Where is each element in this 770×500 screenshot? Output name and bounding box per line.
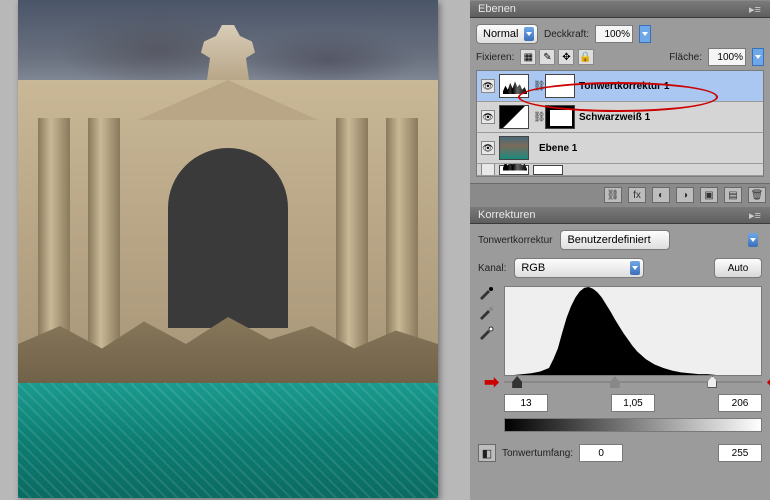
visibility-toggle-icon[interactable]: 👁 [481, 141, 495, 155]
new-group-icon[interactable]: ▣ [700, 187, 718, 203]
panel-menu-icon[interactable]: ▸≡ [748, 3, 762, 16]
visibility-toggle-icon[interactable] [481, 164, 495, 176]
output-white-field[interactable] [718, 444, 762, 462]
visibility-toggle-icon[interactable]: 👁 [481, 110, 495, 124]
adjustment-thumb-levels[interactable] [499, 74, 529, 98]
white-point-eyedropper-icon[interactable] [478, 326, 496, 340]
channel-select[interactable]: RGB [514, 258, 644, 278]
output-gradient[interactable] [504, 418, 762, 432]
layers-panel-body: Normal Deckkraft: Fixieren: ▦ ✎ ✥ 🔒 Fläc… [470, 18, 770, 183]
layers-footer: ⛓ fx ◐ ◑ ▣ ▤ 🗑 [470, 183, 770, 206]
layer-mask-thumb[interactable] [533, 165, 563, 175]
preset-select[interactable]: Benutzerdefiniert [560, 230, 670, 250]
input-black-field[interactable] [504, 394, 548, 412]
white-point-handle[interactable] [707, 376, 717, 388]
layers-panel-header: Ebenen ▸≡ [470, 0, 770, 18]
levels-histogram [504, 286, 762, 376]
link-icon[interactable]: ⛓ [533, 81, 541, 92]
link-icon[interactable]: ⛓ [533, 112, 541, 123]
annotation-arrow-left: ➡ [484, 372, 499, 393]
panel-menu-icon[interactable]: ▸≡ [748, 209, 762, 222]
adjustments-panel-header: Korrekturen ▸≡ [470, 206, 770, 224]
clip-to-layer-icon[interactable]: ◧ [478, 444, 496, 462]
histogram-curve [505, 287, 729, 375]
black-point-eyedropper-icon[interactable] [478, 286, 496, 300]
lock-pixels-icon[interactable]: ✎ [539, 49, 555, 65]
delete-layer-icon[interactable]: 🗑 [748, 187, 766, 203]
lock-icons-group: ▦ ✎ ✥ 🔒 [520, 49, 593, 65]
fill-flyout-icon[interactable] [752, 48, 764, 66]
layer-mask-thumb[interactable] [545, 105, 575, 129]
visibility-toggle-icon[interactable]: 👁 [481, 79, 495, 93]
lock-label: Fixieren: [476, 52, 514, 63]
black-point-handle[interactable] [512, 376, 522, 388]
opacity-label: Deckkraft: [544, 29, 589, 40]
new-adjustment-icon[interactable]: ◑ [676, 187, 694, 203]
channel-label: Kanal: [478, 263, 506, 274]
adjustment-thumb-bw[interactable] [499, 105, 529, 129]
layer-name-label: Ebene 1 [539, 143, 577, 154]
layer-thumb-image[interactable] [499, 136, 529, 160]
layer-row-schwarzweiss[interactable]: 👁 ⛓ Schwarzweiß 1 [477, 102, 763, 133]
lock-all-icon[interactable]: 🔒 [578, 49, 594, 65]
input-white-field[interactable] [718, 394, 762, 412]
adjustments-panel-body: Tonwertkorrektur Benutzerdefiniert Kanal… [470, 224, 770, 500]
output-black-field[interactable] [579, 444, 623, 462]
layer-name-label: Schwarzweiß 1 [579, 112, 650, 123]
fill-input[interactable] [708, 48, 746, 66]
canvas-workspace [0, 0, 458, 500]
layer-row-ebene1[interactable]: 👁 Ebene 1 [477, 133, 763, 164]
lock-transparency-icon[interactable]: ▦ [520, 49, 536, 65]
document-image[interactable] [18, 0, 438, 498]
output-range-label: Tonwertumfang: [502, 448, 573, 459]
new-layer-icon[interactable]: ▤ [724, 187, 742, 203]
input-gamma-field[interactable] [611, 394, 655, 412]
opacity-flyout-icon[interactable] [639, 25, 651, 43]
layers-panel-title: Ebenen [478, 3, 516, 15]
layer-name-label: Tonwertkorrektur 1 [579, 81, 669, 92]
input-levels-slider[interactable]: ➡ ⬅ [504, 376, 762, 390]
fill-label: Fläche: [669, 52, 702, 63]
layer-mask-thumb[interactable] [545, 74, 575, 98]
adjustment-type-label: Tonwertkorrektur [478, 235, 552, 246]
gray-point-eyedropper-icon[interactable] [478, 306, 496, 320]
adjustment-thumb[interactable] [499, 165, 529, 175]
auto-button[interactable]: Auto [714, 258, 762, 278]
eyedropper-tools [478, 286, 496, 340]
layer-row-tonwertkorrektur[interactable]: 👁 ⛓ Tonwertkorrektur 1 [477, 71, 763, 102]
link-layers-icon[interactable]: ⛓ [604, 187, 622, 203]
panel-gutter [458, 0, 470, 500]
gamma-handle[interactable] [610, 376, 620, 388]
layer-row-truncated[interactable] [477, 164, 763, 176]
opacity-input[interactable] [595, 25, 633, 43]
add-mask-icon[interactable]: ◐ [652, 187, 670, 203]
layers-list: 👁 ⛓ Tonwertkorrektur 1 👁 ⛓ Schwarzweiß 1… [476, 70, 764, 177]
layer-fx-icon[interactable]: fx [628, 187, 646, 203]
adjustments-panel-title: Korrekturen [478, 209, 535, 221]
lock-position-icon[interactable]: ✥ [558, 49, 574, 65]
side-panels: Ebenen ▸≡ Normal Deckkraft: Fixieren: ▦ … [470, 0, 770, 500]
blend-mode-select[interactable]: Normal [476, 24, 538, 44]
